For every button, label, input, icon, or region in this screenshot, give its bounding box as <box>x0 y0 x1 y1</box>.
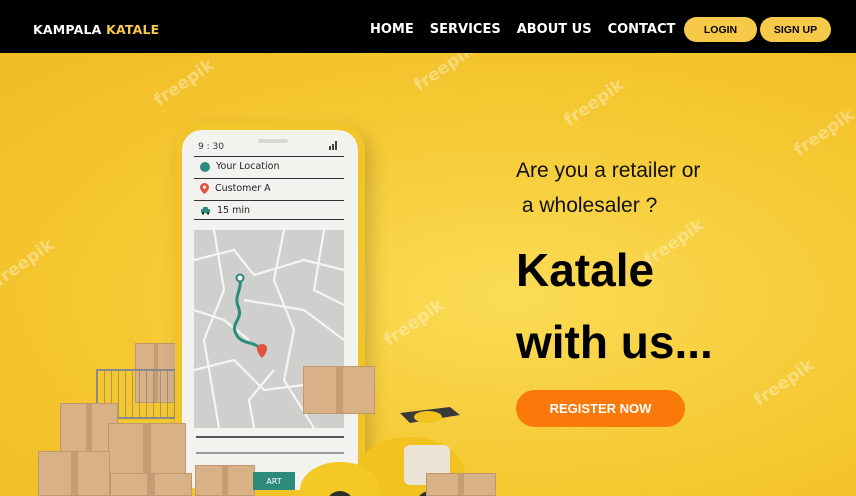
customer-label: Customer A <box>215 183 271 194</box>
cardboard-box <box>108 423 186 478</box>
map-pin-icon <box>200 183 209 194</box>
question-line-2: a wholesaler ? <box>516 194 658 217</box>
eta-row: 15 min <box>194 200 344 220</box>
login-button[interactable]: LOGIN <box>684 17 757 42</box>
watermark-text: freepik <box>560 75 628 131</box>
watermark-text: freepik <box>790 105 856 161</box>
nav-link-home[interactable]: HOME <box>370 22 414 37</box>
phone-notch <box>258 139 288 143</box>
phone-time: 9 : 30 <box>198 142 224 152</box>
watermark-text: freepik <box>0 235 58 291</box>
watermark-text: freepik <box>750 355 818 411</box>
signal-icon <box>329 141 337 150</box>
question-line-1: Are you a retailer or <box>516 159 701 182</box>
eta-label: 15 min <box>217 204 251 216</box>
brand-logo[interactable]: KAMPALA KATALE <box>33 22 159 37</box>
location-label: Your Location <box>216 161 280 172</box>
nav-link-services[interactable]: SERVICES <box>430 22 501 37</box>
watermark-text: freepik <box>150 55 218 111</box>
nav-links: HOME SERVICES ABOUT US CONTACT <box>370 22 675 37</box>
hero-headline-line-1: Katale <box>516 244 655 296</box>
watermark-text: freepik <box>380 295 448 351</box>
car-icon <box>201 206 210 215</box>
watermark-text: freepik <box>410 53 478 96</box>
register-now-button[interactable]: REGISTER NOW <box>516 390 685 427</box>
cardboard-box <box>426 473 496 496</box>
hero-section: freepik freepik freepik freepik freepik … <box>0 53 856 496</box>
cardboard-box <box>110 473 192 496</box>
nav-link-about-us[interactable]: ABOUT US <box>517 22 592 37</box>
cardboard-box <box>195 465 255 496</box>
signup-button[interactable]: SIGN UP <box>760 17 831 42</box>
brand-name: KAMPALA <box>33 22 102 37</box>
cardboard-box <box>303 366 375 414</box>
location-dot-icon <box>200 161 210 172</box>
customer-row: Customer A <box>194 178 344 198</box>
hero-question: Are you a retailer or a wholesaler ? <box>516 153 700 223</box>
brand-accent: KATALE <box>106 22 160 37</box>
start-button-partial: ART <box>253 472 295 490</box>
cardboard-box <box>38 451 110 496</box>
location-row: Your Location <box>194 156 344 176</box>
nav-link-contact[interactable]: CONTACT <box>608 22 676 37</box>
top-navbar: KAMPALA KATALE HOME SERVICES ABOUT US CO… <box>0 0 856 53</box>
hero-headline-line-2: with us... <box>516 316 713 368</box>
